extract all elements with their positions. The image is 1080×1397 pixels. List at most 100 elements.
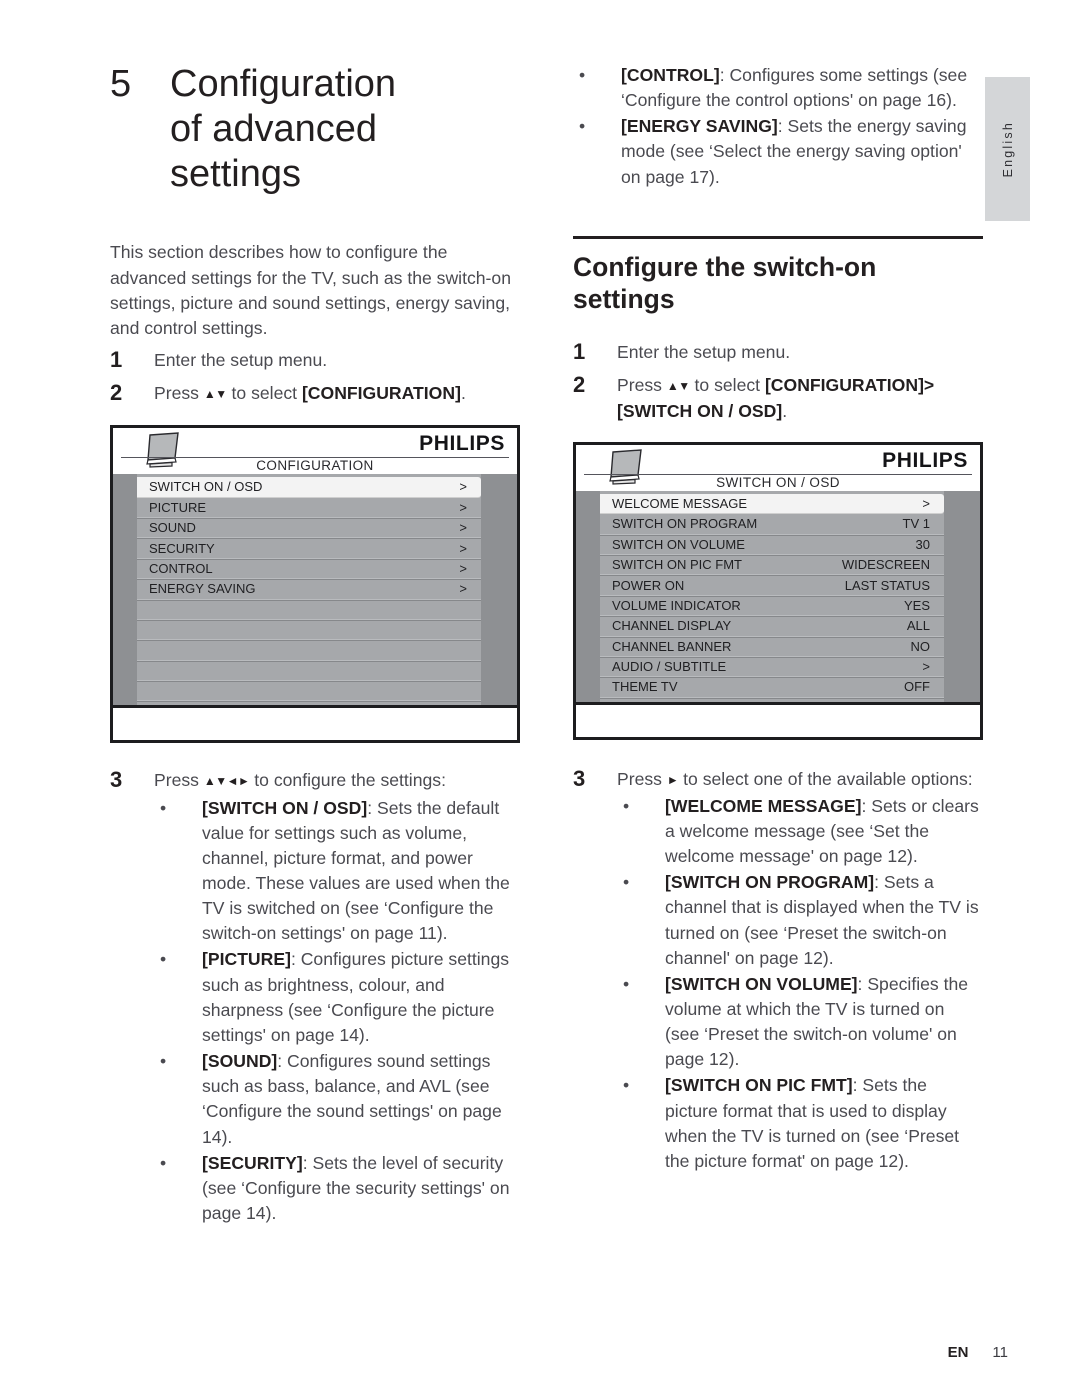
bullet-text: [ENERGY SAVING]: Sets the energy saving … [621, 114, 983, 189]
chapter-title-line-2: of advanced [170, 107, 378, 150]
list-item: • [SWITCH ON PROGRAM]: Sets a channel th… [617, 870, 983, 971]
right-arrow-icon: ► [666, 772, 679, 787]
section-rule [573, 235, 983, 239]
osd-configuration-list: SWITCH ON / OSD > PICTURE > SOUND > SECURIT… [137, 474, 481, 705]
list-item: • [SWITCH ON VOLUME]: Specifies the volu… [617, 972, 983, 1073]
section-heading-block: Configure the switch-on settings [573, 235, 983, 316]
osd-row-label: THEME TV [612, 679, 678, 695]
bullet-menu-token: [PICTURE] [202, 949, 291, 970]
chapter-title-line-1: Configuration [170, 63, 397, 105]
bullet-menu-token: [CONTROL] [621, 65, 720, 85]
manual-page: English 5 Configuration of advanced sett… [0, 0, 1080, 1397]
step-2-text-post: . [460, 383, 466, 404]
page-number: 11 [992, 1344, 1008, 1361]
bullet-text: [PICTURE]: Configures picture settings s… [202, 947, 520, 1048]
osd-row-label: PICTURE [149, 499, 207, 515]
right-step-2: 2 Press ▲▼ to select [CONFIGURATION]>[SW… [573, 370, 983, 423]
osd-configuration-body: SWITCH ON / OSD > PICTURE > SOUND > SECURIT… [113, 474, 517, 706]
bullet-text: [SWITCH ON VOLUME]: Specifies the volume… [665, 972, 983, 1073]
bullet-menu-token: [SWITCH ON PIC FMT] [665, 1075, 853, 1096]
osd-row-value: TV 1 [902, 516, 930, 532]
osd-row[interactable]: AUDIO / SUBTITLE > [600, 657, 944, 678]
list-item: • [ENERGY SAVING]: Sets the energy savin… [573, 114, 983, 189]
step-2-text-pre: Press [154, 383, 204, 404]
chapter-number: 5 [110, 63, 132, 105]
osd-configuration-menu: PHILIPS CONFIGURATION SWITCH ON / OSD > P… [110, 425, 520, 744]
osd-row-label: SWITCH ON VOLUME [612, 536, 745, 552]
osd-row[interactable]: SWITCH ON PIC FMT WIDESCREEN [600, 555, 944, 576]
osd-row[interactable]: VOLUME INDICATOR YES [600, 596, 944, 617]
right-step-2-number: 2 [573, 372, 586, 398]
osd-row[interactable]: SOUND > [137, 518, 481, 539]
osd-row-label: CHANNEL DISPLAY [612, 618, 732, 634]
osd-row[interactable]: SWITCH ON / OSD > [137, 477, 481, 498]
bullet-text: [SWITCH ON PIC FMT]: Sets the picture fo… [665, 1073, 983, 1174]
step-2-text: Press ▲▼ to select [CONFIGURATION]. [154, 378, 466, 406]
osd-row[interactable]: THEME TV OFF [600, 677, 944, 698]
step-1-number: 1 [110, 347, 123, 373]
osd-row-label: POWER ON [612, 577, 685, 593]
chapter-title: Configuration of advanced settings [170, 62, 396, 196]
bullet-text: [CONTROL]: Configures some settings (see… [621, 63, 983, 113]
osd-row-value: ALL [906, 618, 930, 634]
bullet-icon: • [160, 1152, 167, 1173]
bullet-text: [WELCOME MESSAGE]: Sets or clears a welc… [665, 794, 983, 869]
bullet-icon: • [623, 795, 630, 816]
right-step-3-text-post: to select one of the available options: [678, 768, 973, 789]
osd-switch-on-body: WELCOME MESSAGE > SWITCH ON PROGRAM TV 1 S… [576, 490, 980, 702]
list-item: • [SWITCH ON PIC FMT]: Sets the picture … [617, 1073, 983, 1174]
osd-row-value: NO [910, 638, 931, 654]
right-step-2-text-post: . [782, 400, 788, 421]
right-step-2-text-pre: Press [617, 375, 667, 396]
bullet-icon: • [623, 1075, 630, 1096]
language-side-tab: English [985, 77, 1030, 221]
osd-row[interactable]: CONTROL > [137, 559, 481, 580]
osd-row[interactable]: CHANNEL DISPLAY ALL [600, 616, 944, 637]
bullet-menu-token: [SECURITY] [202, 1152, 303, 1173]
bullet-menu-token: [WELCOME MESSAGE] [665, 795, 862, 816]
osd-row-label: ENERGY SAVING [149, 581, 256, 597]
bullet-icon: • [623, 872, 630, 893]
right-step-3-number: 3 [573, 765, 586, 791]
step-3-text-pre: Press [154, 770, 204, 791]
osd-switch-on-title: SWITCH ON / OSD [716, 474, 840, 490]
osd-row-label: CHANNEL BANNER [612, 638, 732, 654]
osd-switch-on-menu: PHILIPS SWITCH ON / OSD WELCOME MESSAGE >… [573, 441, 983, 740]
osd-row-value: WIDESCREEN [841, 557, 930, 573]
osd-row[interactable]: CHANNEL BANNER NO [600, 637, 944, 657]
osd-row[interactable]: WELCOME MESSAGE > [600, 493, 944, 515]
osd-row-label: SWITCH ON PROGRAM [612, 516, 758, 532]
osd-row[interactable]: SWITCH ON VOLUME 30 [600, 535, 944, 555]
bullet-menu-token: [ENERGY SAVING] [621, 116, 778, 137]
bullet-icon: • [579, 116, 586, 137]
osd-row[interactable]: POWER ON LAST STATUS [600, 575, 944, 596]
bullet-text: [SOUND]: Configures sound settings such … [202, 1049, 520, 1150]
chapter-heading: 5 Configuration of advanced settings [110, 62, 520, 196]
right-step-2-text: Press ▲▼ to select [CONFIGURATION]>[SWIT… [617, 370, 983, 423]
osd-switch-on-footer [576, 701, 980, 737]
step-3-text-post: to configure the settings: [249, 770, 446, 791]
osd-row[interactable]: SWITCH ON PROGRAM TV 1 [600, 514, 944, 535]
osd-left-rail [576, 490, 600, 702]
philips-logo: PHILIPS [419, 432, 505, 456]
osd-row-value: > [922, 659, 930, 675]
osd-row-value: > [459, 520, 467, 536]
osd-row-label: SWITCH ON / OSD [149, 479, 263, 495]
step-1-text: Enter the setup menu. [154, 350, 328, 371]
osd-row[interactable]: SECURITY > [137, 538, 481, 559]
osd-row-label: SOUND [149, 520, 196, 536]
osd-left-rail [113, 474, 137, 706]
right-step-1: 1 Enter the setup menu. [573, 337, 983, 366]
list-item: • [SWITCH ON / OSD]: Sets the default va… [154, 796, 520, 947]
osd-row[interactable]: PICTURE > [137, 498, 481, 518]
updown-arrow-icon: ▲▼ [203, 387, 227, 402]
section-heading: Configure the switch-on settings [573, 251, 877, 315]
bullet-menu-token: [SWITCH ON PROGRAM] [665, 872, 875, 893]
osd-switch-on-header: PHILIPS SWITCH ON / OSD [576, 444, 980, 491]
osd-row[interactable]: ENERGY SAVING > [137, 579, 481, 600]
step-2-number: 2 [110, 380, 123, 406]
list-item: • [CONTROL]: Configures some settings (s… [573, 63, 983, 113]
right-step-3: 3 Press ► to select one of the available… [573, 764, 983, 793]
bullet-menu-token: [SOUND] [202, 1051, 278, 1072]
right-step-2-text-mid: to select [689, 375, 765, 396]
